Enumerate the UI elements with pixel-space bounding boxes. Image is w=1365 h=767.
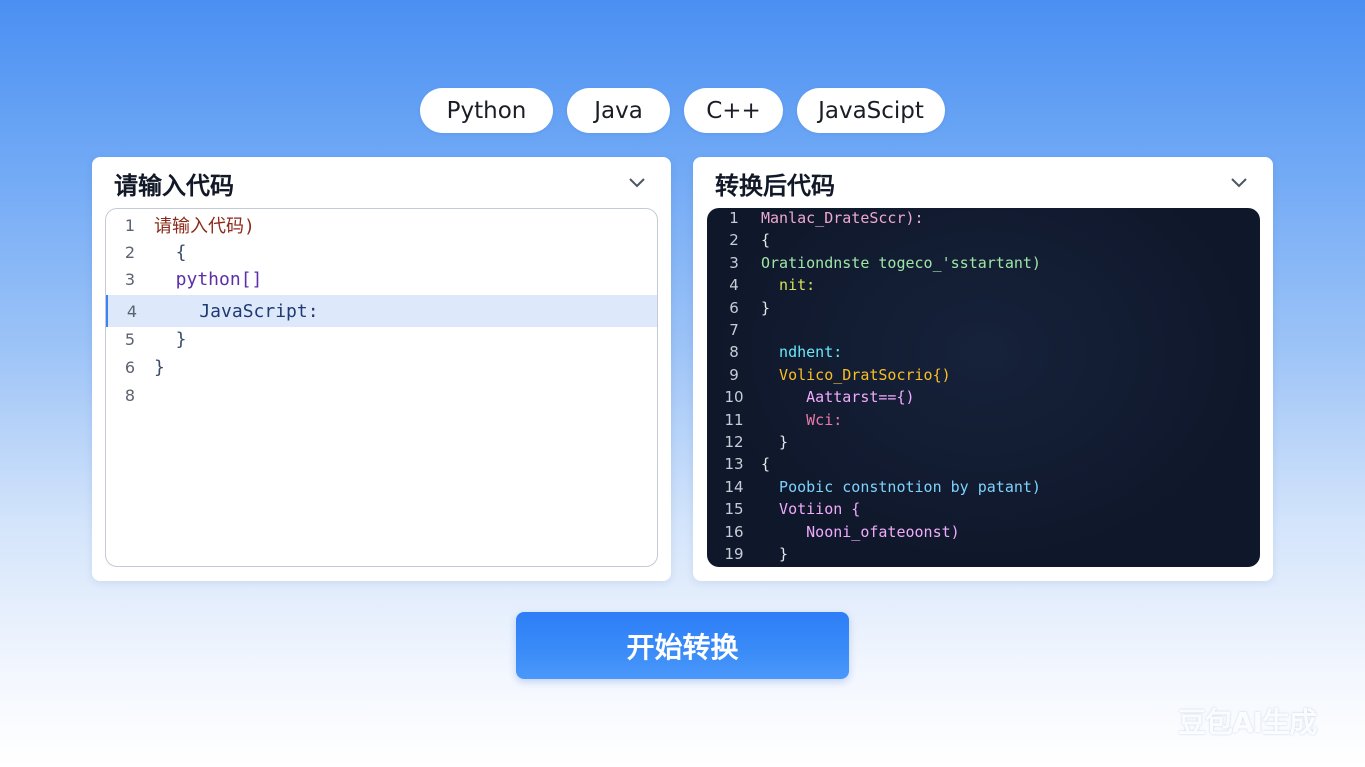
code-line: 13 {	[707, 453, 1260, 475]
code-text: Aattarst=={)	[761, 388, 915, 407]
code-text: ndhent:	[761, 343, 843, 362]
code-text: Manlac_DrateSccr):	[761, 209, 924, 227]
input-panel-title: 请输入代码	[114, 172, 234, 200]
code-text: Volico_DratSocrio{)	[761, 365, 951, 384]
code-text: {	[154, 241, 187, 263]
code-line: 9 Volico_DratSocrio{)	[707, 364, 1260, 386]
code-line: 8	[106, 381, 657, 409]
line-number: 5	[124, 329, 136, 349]
convert-button[interactable]: 开始转换	[516, 612, 849, 679]
code-line: 14 Poobic constnotion by patant)	[707, 476, 1260, 498]
code-text: {	[761, 231, 771, 250]
code-line: 6}	[707, 297, 1260, 319]
code-text: Orationdnste togeco_'sstartant)	[761, 253, 1041, 272]
code-line: 10 Aattarst=={)	[707, 386, 1260, 408]
line-number: 14	[724, 477, 744, 496]
output-panel-title: 转换后代码	[715, 172, 835, 200]
code-text: {	[761, 455, 771, 474]
language-tabs: Python Java C++ JavaScipt	[420, 88, 945, 133]
line-number: 1	[124, 215, 136, 235]
line-number: 11	[724, 410, 744, 429]
line-number: 8	[729, 343, 739, 362]
line-number: 10	[724, 388, 744, 407]
code-text: Votiion {	[761, 500, 861, 519]
line-number: 9	[729, 365, 739, 384]
line-number: 19	[724, 545, 744, 563]
code-line: 6}	[106, 353, 657, 381]
code-text: Wci:	[761, 410, 843, 429]
line-number: 6	[729, 298, 739, 317]
code-line: 2 {	[106, 238, 657, 266]
code-input-editor[interactable]: 1 请输入代码) 2 {3 python[] 4 JavaScript: 5 } 6} 8	[105, 208, 658, 567]
code-line: 5 }	[106, 325, 657, 353]
tab-javascript[interactable]: JavaScipt	[797, 88, 945, 133]
tab-cpp[interactable]: C++	[684, 88, 783, 133]
code-line: 3 Orationdnste togeco_'sstartant)	[707, 252, 1260, 274]
tab-python[interactable]: Python	[420, 88, 553, 133]
watermark: 豆包AI生成	[1178, 706, 1317, 739]
line-number: 1	[729, 209, 739, 227]
code-line: 2{	[707, 229, 1260, 251]
code-line: 3 python[]	[106, 265, 657, 293]
line-number: 2	[729, 231, 739, 250]
line-number: 6	[124, 357, 136, 377]
line-number: 7	[729, 321, 739, 339]
code-line: 11 Wci:	[707, 409, 1260, 431]
line-number: 4	[126, 301, 138, 321]
line-number: 4	[729, 276, 739, 295]
code-text: nit:	[761, 276, 816, 295]
code-line: 4 JavaScript:	[106, 295, 657, 327]
code-text: }	[761, 545, 789, 563]
code-text: JavaScript:	[156, 300, 319, 322]
output-panel: 转换后代码 1 Manlac_DrateSccr): 2{3 Orationdnste…	[693, 157, 1273, 581]
line-number: 3	[124, 269, 136, 289]
code-text: Poobic constnotion by patant)	[761, 477, 1041, 496]
input-panel: 请输入代码 1 请输入代码) 2 {3 python[] 4 JavaScript: 5…	[92, 157, 671, 581]
line-number: 12	[724, 433, 744, 451]
code-output-viewer[interactable]: 1 Manlac_DrateSccr): 2{3 Orationdnste togec…	[707, 208, 1260, 567]
code-line: 1 Manlac_DrateSccr):	[707, 208, 1260, 229]
code-text: Nooni_ofateoonst)	[761, 522, 960, 541]
code-text: }	[154, 328, 187, 350]
code-line: 16 Nooni_ofateoonst)	[707, 521, 1260, 543]
line-number: 16	[724, 522, 744, 541]
tab-java[interactable]: Java	[567, 88, 670, 133]
code-line: 19 }	[707, 543, 1260, 565]
code-text: }	[761, 433, 789, 451]
chevron-down-icon[interactable]	[627, 175, 647, 189]
code-line: 1 请输入代码)	[106, 211, 657, 239]
code-line: 7	[707, 319, 1260, 341]
chevron-down-icon[interactable]	[1229, 175, 1249, 189]
code-text: 请输入代码)	[154, 216, 255, 237]
code-text: python[]	[154, 268, 263, 290]
code-line: 4 nit:	[707, 274, 1260, 296]
code-text: }	[761, 298, 771, 317]
line-number: 3	[729, 253, 739, 272]
line-number: 15	[724, 500, 744, 519]
code-text: }	[154, 356, 165, 378]
code-line: 12 }	[707, 431, 1260, 453]
code-line: 15 Votiion {	[707, 498, 1260, 520]
line-number: 13	[724, 455, 744, 474]
line-number: 2	[124, 242, 136, 262]
line-number: 8	[124, 385, 136, 405]
code-line: 8 ndhent:	[707, 341, 1260, 363]
